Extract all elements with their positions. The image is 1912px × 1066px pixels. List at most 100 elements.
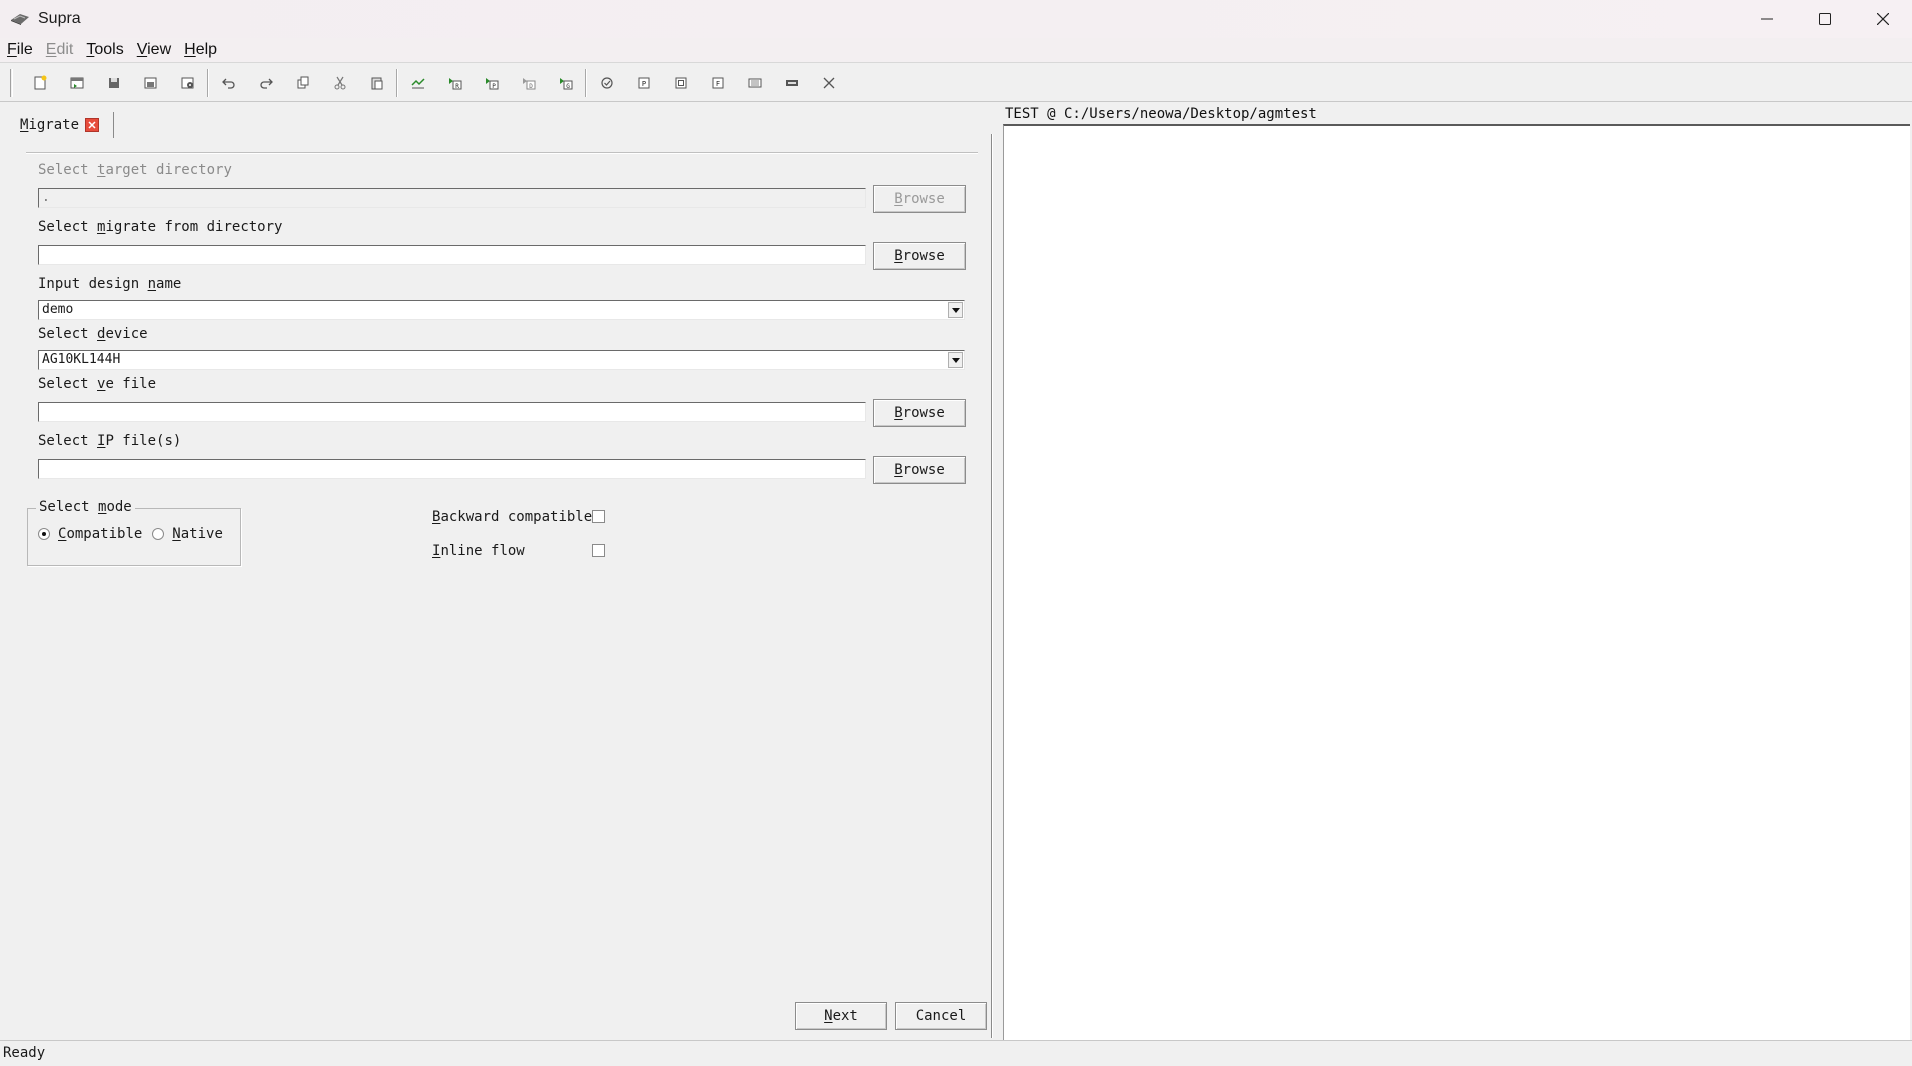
- jtag-icon: [785, 79, 798, 86]
- device-button[interactable]: [662, 68, 699, 98]
- svg-text:P: P: [492, 83, 496, 90]
- maximize-button[interactable]: [1796, 0, 1854, 38]
- radio-selected-dot: [42, 532, 46, 536]
- settings-button[interactable]: [169, 68, 206, 98]
- migrate-from-browse-button[interactable]: Browse: [873, 242, 966, 270]
- design-name-combo[interactable]: demo: [38, 300, 965, 320]
- ip-files-label: Select IP file(s): [38, 433, 182, 449]
- window-title: Supra: [38, 10, 81, 27]
- redo-button[interactable]: [247, 68, 284, 98]
- minimize-icon: [1761, 18, 1773, 20]
- mode-groupbox: Select mode Compatible Native: [27, 499, 241, 566]
- new-file-icon: [34, 75, 46, 89]
- run-r-icon: R: [448, 77, 461, 90]
- tab-migrate[interactable]: Migrate: [14, 112, 115, 138]
- next-button[interactable]: Next: [795, 1002, 887, 1030]
- open-project-icon: [70, 77, 83, 88]
- target-dir-input[interactable]: .: [38, 188, 866, 208]
- svg-text:P: P: [641, 80, 645, 88]
- menu-file[interactable]: File: [0, 41, 39, 59]
- design-name-label: Input design name: [38, 276, 182, 292]
- backward-compatible-checkbox[interactable]: [592, 510, 605, 523]
- save-icon: [108, 77, 119, 88]
- project-view-panel[interactable]: [1003, 124, 1910, 1040]
- project-path-header: TEST @ C:/Users/neowa/Desktop/agmtest: [1005, 106, 1317, 122]
- undo-button[interactable]: [210, 68, 247, 98]
- menu-edit[interactable]: Edit: [39, 41, 80, 59]
- run-d-icon: D: [522, 77, 535, 90]
- mode-radio-row: Compatible Native: [38, 526, 223, 542]
- device-dropdown-button[interactable]: [948, 352, 963, 368]
- run-p-icon: P: [485, 77, 498, 90]
- program-button[interactable]: P: [625, 68, 662, 98]
- cut-button[interactable]: [321, 68, 358, 98]
- svg-text:F: F: [715, 80, 719, 88]
- open-project-button[interactable]: [58, 68, 95, 98]
- chevron-down-icon: [951, 307, 960, 313]
- flash-button[interactable]: F: [699, 68, 736, 98]
- inline-flow-checkbox[interactable]: [592, 544, 605, 557]
- status-text: Ready: [3, 1045, 46, 1061]
- new-file-button[interactable]: [21, 68, 58, 98]
- tab-close-button[interactable]: [85, 118, 100, 132]
- run-g-icon: G: [559, 77, 572, 90]
- compatible-label[interactable]: Compatible: [58, 526, 142, 542]
- ve-file-label: Select ve file: [38, 376, 157, 392]
- app-logo-icon: [11, 14, 29, 25]
- run-d-button[interactable]: D: [510, 68, 547, 98]
- pane-divider: [991, 134, 993, 1038]
- ip-files-browse-button[interactable]: Browse: [873, 456, 966, 484]
- toolbar-grip[interactable]: [10, 68, 13, 97]
- program-icon: P: [638, 77, 649, 88]
- ve-file-input[interactable]: [38, 402, 866, 422]
- svg-text:R: R: [455, 83, 459, 90]
- menu-tools[interactable]: Tools: [79, 41, 129, 59]
- menu-help[interactable]: Help: [177, 41, 223, 59]
- paste-button[interactable]: [358, 68, 395, 98]
- stop-button[interactable]: [810, 68, 847, 98]
- copy-button[interactable]: [284, 68, 321, 98]
- toolbar: R P D G P F: [0, 64, 1912, 102]
- save-button[interactable]: [95, 68, 132, 98]
- compile-button[interactable]: [399, 68, 436, 98]
- native-label[interactable]: Native: [172, 526, 223, 542]
- chip-button[interactable]: [736, 68, 773, 98]
- status-bar: Ready: [0, 1040, 1912, 1066]
- backward-compatible-label[interactable]: Backward compatible: [432, 509, 592, 525]
- backward-compatible-row: Backward compatible: [432, 509, 605, 525]
- device-combo[interactable]: AG10KL144H: [38, 350, 965, 370]
- design-name-dropdown-button[interactable]: [948, 302, 963, 318]
- stop-icon: [823, 77, 834, 88]
- title-bar: Supra: [0, 0, 1912, 38]
- native-radio[interactable]: [152, 528, 165, 540]
- close-button[interactable]: [1854, 0, 1912, 38]
- inline-flow-label[interactable]: Inline flow: [432, 543, 525, 559]
- check-button[interactable]: [588, 68, 625, 98]
- target-dir-browse-button[interactable]: Browse: [873, 185, 966, 213]
- run-r-button[interactable]: R: [436, 68, 473, 98]
- design-name-value: demo: [42, 302, 74, 317]
- jtag-button[interactable]: [773, 68, 810, 98]
- maximize-icon: [1819, 13, 1831, 25]
- flash-icon: F: [712, 77, 723, 88]
- device-value: AG10KL144H: [42, 352, 121, 367]
- check-icon: [600, 76, 613, 89]
- minimize-button[interactable]: [1738, 0, 1796, 38]
- device-label: Select device: [38, 326, 148, 342]
- save-as-button[interactable]: [132, 68, 169, 98]
- toolbar-separator: [207, 68, 209, 97]
- paste-icon: [371, 77, 382, 89]
- mode-groupbox-title: Select mode: [36, 499, 135, 515]
- migrate-from-input[interactable]: [38, 245, 866, 265]
- ip-files-input[interactable]: [38, 459, 866, 479]
- cancel-button[interactable]: Cancel: [895, 1002, 987, 1030]
- migrate-from-label: Select migrate from directory: [38, 219, 283, 235]
- ve-file-browse-button[interactable]: Browse: [873, 399, 966, 427]
- undo-icon: [221, 78, 235, 89]
- run-p-button[interactable]: P: [473, 68, 510, 98]
- compatible-radio[interactable]: [38, 528, 50, 540]
- content-separator: [26, 152, 978, 154]
- menu-view[interactable]: View: [130, 41, 177, 59]
- save-as-icon: [144, 77, 156, 88]
- run-g-button[interactable]: G: [547, 68, 584, 98]
